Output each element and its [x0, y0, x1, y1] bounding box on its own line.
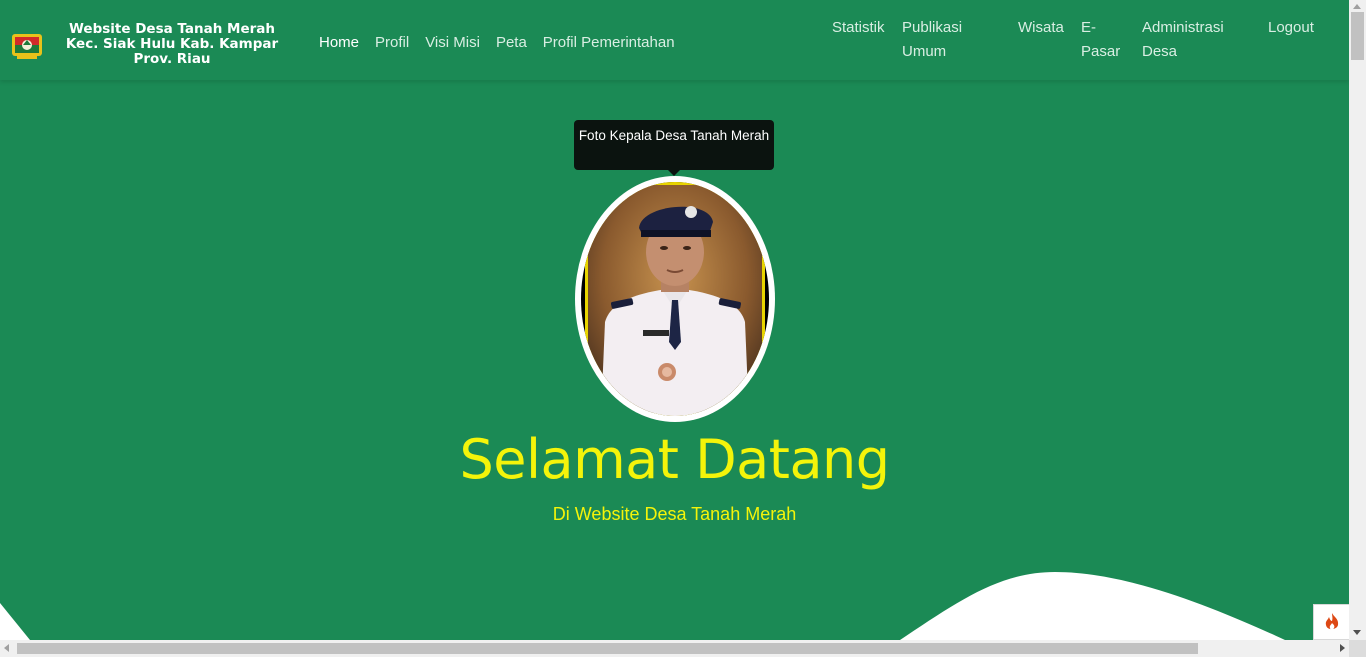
- nav-publikasi-umum[interactable]: Publikasi Umum: [902, 16, 980, 64]
- portrait-image: [581, 182, 769, 416]
- nav-logout[interactable]: Logout: [1268, 16, 1328, 40]
- scroll-left-icon[interactable]: [4, 644, 9, 652]
- village-emblem-icon: [12, 33, 42, 59]
- welcome-subtitle: Di Website Desa Tanah Merah: [552, 504, 797, 524]
- scroll-down-icon[interactable]: [1353, 630, 1361, 635]
- hero-section: Foto Kepala Desa Tanah Merah Selamat Dat…: [0, 80, 1349, 642]
- debug-toolbar-button[interactable]: [1313, 604, 1349, 640]
- nav-left: Home Profil Visi Misi Peta Profil Pemeri…: [319, 31, 691, 55]
- nav-profil-pemerintahan[interactable]: Profil Pemerintahan: [543, 31, 675, 55]
- nav-visi-misi[interactable]: Visi Misi: [425, 31, 480, 55]
- nav-administrasi-desa[interactable]: Administrasi Desa: [1142, 16, 1238, 64]
- welcome-title: Selamat Datang: [459, 428, 890, 491]
- nav-peta[interactable]: Peta: [496, 31, 527, 55]
- scroll-up-icon[interactable]: [1353, 4, 1361, 9]
- photo-tooltip: Foto Kepala Desa Tanah Merah: [574, 120, 774, 176]
- brand[interactable]: Website Desa Tanah Merah Kec. Siak Hulu …: [10, 22, 292, 67]
- scrollbar-corner: [1349, 640, 1366, 657]
- village-head-photo[interactable]: [575, 176, 775, 422]
- top-navbar: Website Desa Tanah Merah Kec. Siak Hulu …: [0, 0, 1349, 80]
- brand-title: Website Desa Tanah Merah Kec. Siak Hulu …: [65, 21, 279, 67]
- nav-statistik[interactable]: Statistik: [832, 16, 892, 40]
- nav-e-pasar[interactable]: E-Pasar: [1081, 16, 1125, 64]
- horizontal-scrollbar[interactable]: [0, 640, 1349, 657]
- fire-icon: [1325, 613, 1338, 630]
- scroll-right-icon[interactable]: [1340, 644, 1345, 652]
- vertical-scroll-thumb[interactable]: [1351, 12, 1364, 60]
- horizontal-scroll-thumb[interactable]: [17, 643, 1198, 654]
- nav-profil[interactable]: Profil: [375, 31, 409, 55]
- vertical-scrollbar[interactable]: [1349, 0, 1366, 657]
- nav-home[interactable]: Home: [319, 31, 359, 55]
- nav-wisata[interactable]: Wisata: [1018, 16, 1074, 40]
